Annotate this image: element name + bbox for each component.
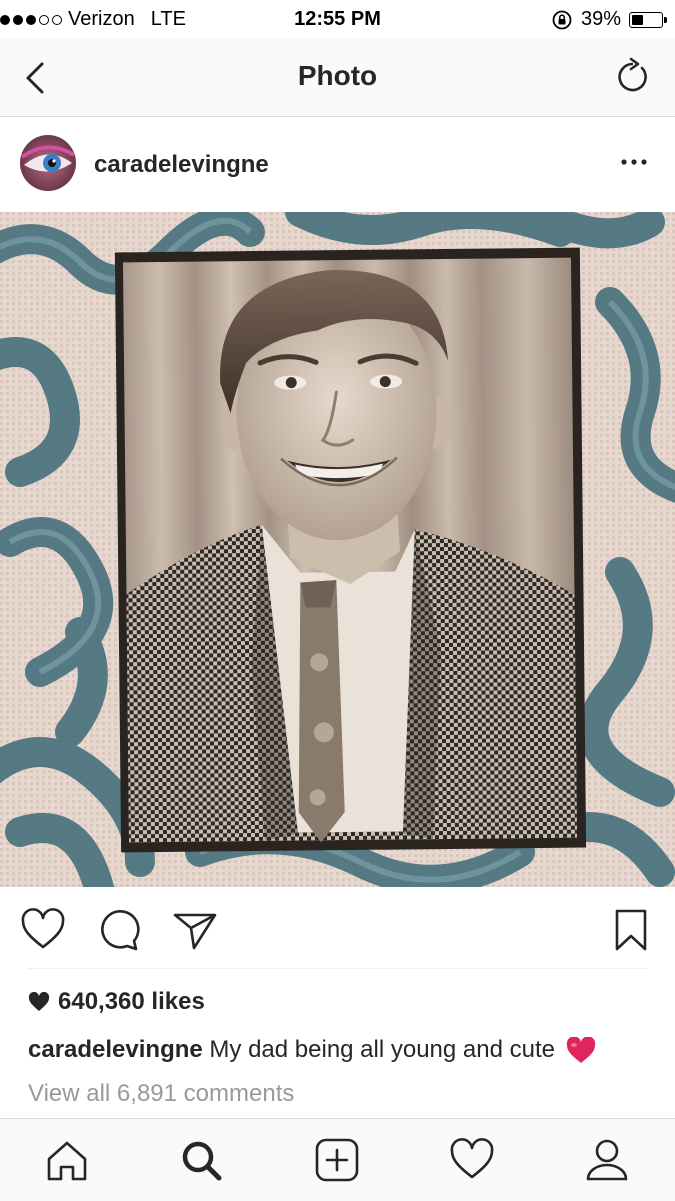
orientation-lock-icon xyxy=(552,10,572,29)
battery-icon xyxy=(629,11,667,28)
red-heart-emoji-icon xyxy=(566,1036,595,1063)
avatar-image xyxy=(20,135,76,191)
share-icon[interactable] xyxy=(172,907,218,953)
page-title: Photo xyxy=(297,60,378,91)
add-icon[interactable] xyxy=(314,1137,360,1183)
activity-icon[interactable] xyxy=(449,1137,495,1183)
status-bar: Verizon LTE 12:55 PM 39% xyxy=(0,0,675,38)
photo-image xyxy=(0,212,675,887)
actions-divider xyxy=(27,968,648,969)
likes-count[interactable]: 640,360 likes xyxy=(28,988,205,1016)
caption-username[interactable]: caradelevingne xyxy=(28,1036,203,1063)
profile-icon[interactable] xyxy=(584,1137,630,1183)
post-actions xyxy=(0,887,675,969)
search-icon[interactable] xyxy=(178,1137,224,1183)
post-caption: caradelevingne My dad being all young an… xyxy=(28,1036,596,1065)
more-dots-icon[interactable] xyxy=(619,147,649,177)
comment-icon[interactable] xyxy=(96,907,142,953)
post-photo[interactable] xyxy=(0,212,675,887)
post-header: caradelevingne xyxy=(0,117,675,212)
caption-text: My dad being all young and cute xyxy=(209,1036,555,1063)
likes-label: 640,360 likes xyxy=(58,988,205,1015)
navigation-bar: Photo xyxy=(0,38,675,117)
refresh-icon[interactable] xyxy=(611,56,653,98)
likes-heart-icon xyxy=(28,992,50,1011)
heart-icon[interactable] xyxy=(20,907,66,953)
post-username[interactable]: caradelevingne xyxy=(94,151,269,179)
tab-bar xyxy=(0,1118,675,1201)
home-icon[interactable] xyxy=(44,1137,90,1183)
avatar[interactable] xyxy=(20,135,76,191)
battery-percent: 39% xyxy=(580,8,621,30)
status-right: 39% xyxy=(551,8,667,31)
view-all-comments-link[interactable]: View all 6,891 comments xyxy=(28,1080,294,1108)
bookmark-icon[interactable] xyxy=(608,907,654,953)
